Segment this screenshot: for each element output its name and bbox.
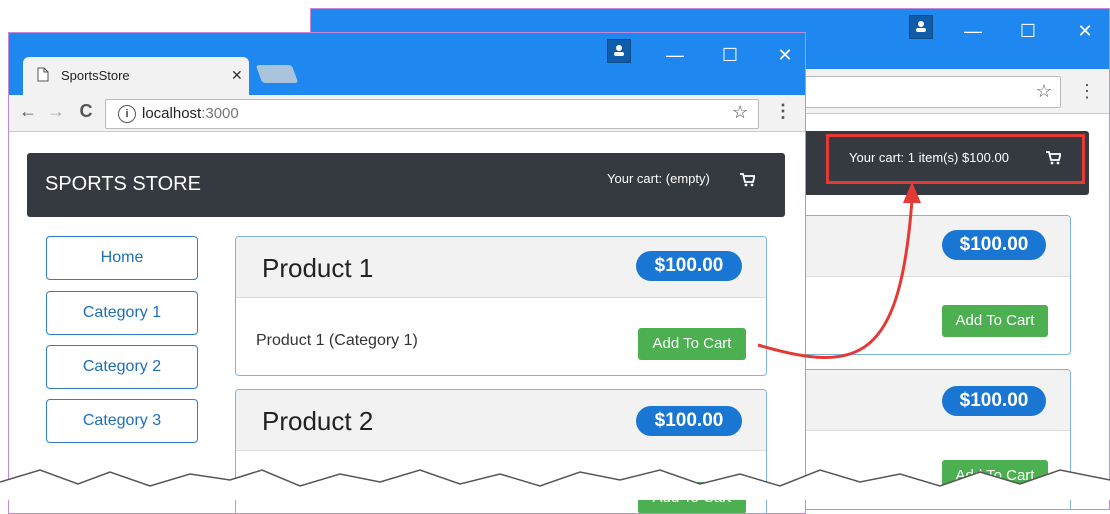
close-button[interactable]: ✕: [771, 41, 799, 69]
forward-arrow-icon[interactable]: →: [45, 101, 67, 122]
price-badge: $100.00: [636, 406, 742, 436]
product-card: Product 1 $100.00 Product 1 (Category 1)…: [235, 236, 767, 376]
tab-title: SportsStore: [61, 68, 130, 83]
category-1-button[interactable]: Category 1: [46, 291, 198, 335]
back-minimize-button[interactable]: —: [959, 17, 987, 45]
page-icon: [37, 67, 49, 85]
bookmark-star-icon[interactable]: ☆: [732, 102, 748, 123]
back-price-badge: $100.00: [942, 386, 1046, 416]
back-menu-icon[interactable]: ⋮: [1077, 81, 1097, 102]
minimize-button[interactable]: —: [661, 41, 689, 69]
info-icon[interactable]: i: [118, 105, 136, 123]
url-port: :3000: [201, 105, 239, 122]
category-home-button[interactable]: Home: [46, 236, 198, 280]
cart-icon[interactable]: [739, 173, 756, 192]
address-bar[interactable]: i localhost:3000 ☆: [105, 99, 759, 129]
reload-icon[interactable]: C: [75, 101, 97, 122]
site-navbar: SPORTS STORE Your cart: (empty): [27, 153, 785, 217]
person-icon: [916, 21, 926, 32]
url-text: localhost:3000: [142, 105, 239, 122]
url-host: localhost: [142, 105, 202, 122]
brand-title[interactable]: SPORTS STORE: [45, 173, 201, 196]
product-name: Product 1: [262, 253, 374, 283]
back-add-to-cart-button[interactable]: Add To Cart: [942, 305, 1048, 337]
back-arrow-icon[interactable]: ←: [17, 101, 39, 122]
back-price-badge: $100.00: [942, 230, 1046, 260]
add-to-cart-button[interactable]: Add To Cart: [638, 328, 746, 360]
new-tab-button[interactable]: [255, 65, 299, 83]
back-maximize-button[interactable]: ☐: [1014, 17, 1042, 45]
back-bookmark-star-icon[interactable]: ☆: [1033, 81, 1055, 102]
tab-sportsstore[interactable]: SportsStore ✕: [23, 57, 249, 95]
cart-highlight-box: [826, 134, 1085, 184]
cart-summary: Your cart: (empty): [607, 171, 710, 186]
menu-icon[interactable]: ⋮: [773, 101, 793, 122]
person-icon: [614, 45, 624, 56]
category-2-button[interactable]: Category 2: [46, 345, 198, 389]
front-window-titlebar: SportsStore ✕ — ☐ ✕: [9, 33, 805, 95]
back-close-button[interactable]: ✕: [1071, 17, 1099, 45]
profile-button[interactable]: [607, 39, 631, 63]
tab-close-icon[interactable]: ✕: [231, 67, 243, 84]
torn-edge: [0, 469, 1110, 500]
price-badge: $100.00: [636, 251, 742, 281]
maximize-button[interactable]: ☐: [716, 41, 744, 69]
product-description: Product 1 (Category 1): [256, 332, 418, 349]
category-3-button[interactable]: Category 3: [46, 399, 198, 443]
browser-toolbar: ← → C i localhost:3000 ☆ ⋮: [9, 95, 805, 132]
back-profile-button[interactable]: [909, 15, 933, 39]
product-name: Product 2: [262, 406, 374, 436]
